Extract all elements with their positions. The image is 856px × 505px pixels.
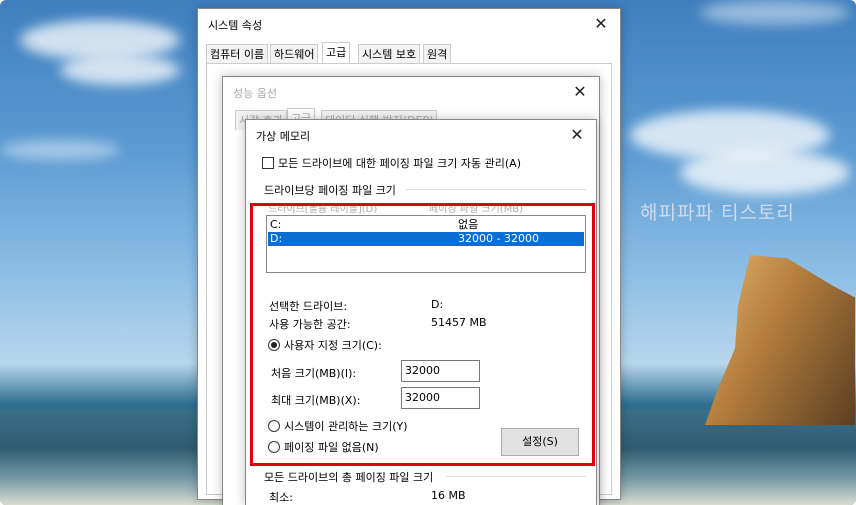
close-icon[interactable]: ✕ bbox=[566, 124, 588, 146]
checkbox-box[interactable] bbox=[262, 157, 274, 169]
per-drive-group-title: 드라이브당 페이징 파일 크기 bbox=[264, 184, 396, 197]
red-highlight-box bbox=[250, 203, 595, 466]
system-properties-titlebar: 시스템 속성 ✕ bbox=[198, 9, 620, 39]
rock-arch-image bbox=[705, 255, 855, 425]
close-icon[interactable]: ✕ bbox=[590, 13, 612, 35]
total-group-title: 모든 드라이브의 총 페이징 파일 크기 bbox=[264, 471, 434, 484]
tab-computer-name[interactable]: 컴퓨터 이름 bbox=[206, 44, 269, 64]
min-label: 최소: bbox=[269, 491, 293, 504]
window-title: 시스템 속성 bbox=[208, 19, 263, 32]
tab-hardware[interactable]: 하드웨어 bbox=[270, 44, 319, 64]
group-divider bbox=[446, 476, 586, 477]
performance-options-titlebar: 성능 옵션 ✕ bbox=[223, 77, 599, 107]
system-props-tabs: 컴퓨터 이름 하드웨어 고급 시스템 보호 원격 bbox=[206, 42, 616, 64]
virtual-memory-titlebar: 가상 메모리 ✕ bbox=[246, 120, 596, 150]
group-divider bbox=[406, 189, 586, 190]
desktop-screenshot: 해피파파 티스토리 시스템 속성 ✕ 컴퓨터 이름 하드웨어 고급 시스템 보호… bbox=[0, 0, 856, 505]
min-value: 16 MB bbox=[431, 489, 466, 502]
auto-manage-checkbox[interactable]: 모든 드라이브에 대한 페이징 파일 크기 자동 관리(A) bbox=[262, 155, 521, 171]
window-title: 가상 메모리 bbox=[256, 130, 311, 143]
auto-manage-label: 모든 드라이브에 대한 페이징 파일 크기 자동 관리(A) bbox=[278, 157, 521, 170]
window-title: 성능 옵션 bbox=[233, 87, 277, 100]
tab-advanced[interactable]: 고급 bbox=[322, 42, 351, 64]
tab-remote[interactable]: 원격 bbox=[423, 44, 452, 64]
watermark: 해피파파 티스토리 bbox=[640, 202, 795, 224]
close-icon[interactable]: ✕ bbox=[569, 81, 591, 103]
tab-system-protection[interactable]: 시스템 보호 bbox=[358, 44, 421, 64]
